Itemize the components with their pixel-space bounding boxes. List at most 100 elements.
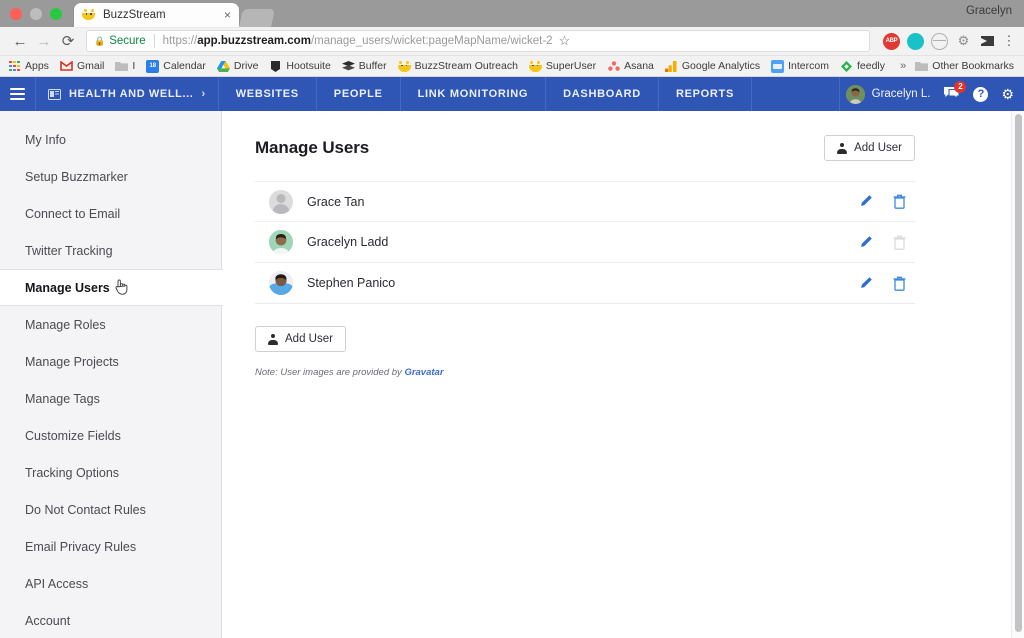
- browser-window: BuzzStream × Gracelyn ← → ⟳ 🔒 Secure htt…: [0, 0, 1024, 638]
- nav-item-dashboard[interactable]: DASHBOARD: [546, 77, 659, 111]
- bookmark-gmail[interactable]: Gmail: [60, 60, 104, 73]
- page-scrollbar[interactable]: [1011, 111, 1024, 638]
- pencil-icon[interactable]: [859, 235, 873, 250]
- help-icon[interactable]: ?: [973, 86, 989, 102]
- sidebar-item-email-privacy-rules[interactable]: Email Privacy Rules: [0, 528, 221, 565]
- bookmark-superuser[interactable]: SuperUser: [528, 60, 597, 73]
- pencil-icon[interactable]: [859, 194, 873, 209]
- sidebar-item-manage-tags[interactable]: Manage Tags: [0, 380, 221, 417]
- avatar: [269, 230, 293, 254]
- add-user-button-top[interactable]: Add User: [824, 135, 915, 161]
- bookmark-google-analytics[interactable]: Google Analytics: [665, 60, 760, 73]
- add-user-row-bottom: Add User: [255, 326, 915, 352]
- back-button[interactable]: ←: [8, 29, 32, 53]
- table-row[interactable]: Gracelyn Ladd: [255, 222, 915, 263]
- sidebar-item-api-access[interactable]: API Access: [0, 565, 221, 602]
- browser-tab[interactable]: BuzzStream ×: [74, 3, 239, 27]
- hootsuite-icon: [269, 60, 282, 73]
- gear-extension-icon[interactable]: ⚙: [955, 33, 972, 50]
- bookmark-feedly[interactable]: feedly: [840, 60, 885, 73]
- trash-icon[interactable]: [893, 194, 907, 209]
- trash-icon[interactable]: [893, 276, 907, 291]
- bookmark-drive[interactable]: Drive: [216, 60, 259, 73]
- bookmark-buzzstream-outreach[interactable]: BuzzStream Outreach: [397, 60, 518, 73]
- nav-item-websites[interactable]: WEBSITES: [219, 77, 317, 111]
- add-user-button-bottom[interactable]: Add User: [255, 326, 346, 352]
- maximize-window-button[interactable]: [50, 8, 62, 20]
- pencil-icon[interactable]: [859, 276, 873, 291]
- bookmark-label: Buffer: [358, 60, 387, 72]
- omnibox-divider: [153, 34, 155, 48]
- minimize-window-button[interactable]: [30, 8, 42, 20]
- lock-icon: 🔒: [94, 35, 106, 46]
- bookmark-asana[interactable]: Asana: [607, 60, 654, 73]
- bookmark-apps[interactable]: Apps: [8, 60, 49, 73]
- page-header: Manage Users Add User: [255, 135, 915, 161]
- secure-label: Secure: [109, 35, 146, 47]
- bookmarks-overflow-icon[interactable]: »: [900, 60, 906, 72]
- buzzstream-bee-icon: [397, 60, 411, 73]
- bookmark-other-bookmarks[interactable]: Other Bookmarks: [915, 60, 1014, 73]
- sidebar-item-setup-buzzmarker[interactable]: Setup Buzzmarker: [0, 158, 221, 195]
- sidebar-item-my-info[interactable]: My Info: [0, 121, 221, 158]
- new-tab-stub[interactable]: [239, 9, 275, 27]
- nav-item-link-monitoring[interactable]: LINK MONITORING: [401, 77, 547, 111]
- nav-item-reports[interactable]: REPORTS: [659, 77, 753, 111]
- browser-menu-icon[interactable]: ⋮: [1002, 33, 1016, 49]
- bookmark-intercom[interactable]: Intercom: [771, 59, 829, 73]
- teal-circle-extension-icon[interactable]: [907, 32, 924, 50]
- app-body: My Info Setup Buzzmarker Connect to Emai…: [0, 111, 1024, 638]
- url-host: app.buzzstream.com: [197, 35, 311, 47]
- bookmark-label: SuperUser: [545, 60, 597, 72]
- reload-button[interactable]: ⟳: [56, 29, 80, 53]
- sidebar-item-tracking-options[interactable]: Tracking Options: [0, 454, 221, 491]
- pointing-hand-cursor: [113, 278, 129, 296]
- folder-icon: [915, 60, 929, 73]
- gear-icon[interactable]: ⚙: [1001, 87, 1014, 101]
- sidebar-item-manage-projects[interactable]: Manage Projects: [0, 343, 221, 380]
- bookmark-buffer[interactable]: Buffer: [341, 60, 387, 73]
- hamburger-menu-icon[interactable]: [0, 77, 35, 111]
- table-row[interactable]: Stephen Panico: [255, 263, 915, 304]
- close-window-button[interactable]: [10, 8, 22, 20]
- flag-extension-icon[interactable]: [979, 33, 996, 50]
- note-text: Note: User images are provided by: [255, 367, 405, 378]
- sidebar-item-connect-to-email[interactable]: Connect to Email: [0, 195, 221, 232]
- grey-circle-extension-icon[interactable]: [931, 32, 948, 50]
- sidebar-item-account[interactable]: Account: [0, 602, 221, 638]
- content-container: Manage Users Add User Grace Tan Gracelyn…: [255, 135, 915, 378]
- project-selector[interactable]: HEALTH AND WELL... ›: [35, 77, 219, 111]
- table-row[interactable]: Grace Tan: [255, 181, 915, 222]
- row-actions: [859, 194, 907, 209]
- apps-grid-icon: [8, 60, 21, 73]
- sidebar-item-manage-roles[interactable]: Manage Roles: [0, 306, 221, 343]
- bookmark-i[interactable]: I: [115, 60, 135, 73]
- add-user-icon: [268, 333, 278, 345]
- gravatar-link[interactable]: Gravatar: [404, 367, 443, 378]
- address-bar[interactable]: 🔒 Secure https://app.buzzstream.com/mana…: [86, 30, 870, 52]
- sidebar-item-manage-users[interactable]: Manage Users: [0, 269, 223, 306]
- bookmark-hootsuite[interactable]: Hootsuite: [269, 60, 331, 73]
- browser-titlebar: BuzzStream × Gracelyn: [0, 0, 1024, 27]
- avatar: [845, 84, 865, 104]
- add-user-icon: [837, 142, 848, 154]
- adblock-plus-icon[interactable]: ABP: [883, 32, 900, 50]
- url-scheme: https://: [162, 35, 198, 47]
- bookmark-calendar[interactable]: 18 Calendar: [146, 59, 206, 73]
- gmail-icon: [60, 60, 73, 73]
- page-scrollbar-thumb[interactable]: [1015, 114, 1022, 632]
- sidebar-item-twitter-tracking[interactable]: Twitter Tracking: [0, 232, 221, 269]
- sidebar-item-do-not-contact-rules[interactable]: Do Not Contact Rules: [0, 491, 221, 528]
- bookmark-star-icon[interactable]: ☆: [559, 33, 571, 49]
- notifications-button[interactable]: 2: [943, 80, 967, 103]
- user-name: Grace Tan: [307, 194, 365, 209]
- account-menu[interactable]: Gracelyn L.: [845, 84, 930, 104]
- forward-button[interactable]: →: [32, 29, 56, 53]
- bookmark-label: Calendar: [163, 60, 206, 72]
- bookmark-label: Gmail: [76, 60, 105, 72]
- project-icon: [48, 88, 61, 100]
- sidebar-item-customize-fields[interactable]: Customize Fields: [0, 417, 221, 454]
- close-tab-icon[interactable]: ×: [218, 9, 231, 21]
- nav-item-people[interactable]: PEOPLE: [317, 77, 401, 111]
- bookmark-label: Drive: [233, 60, 259, 72]
